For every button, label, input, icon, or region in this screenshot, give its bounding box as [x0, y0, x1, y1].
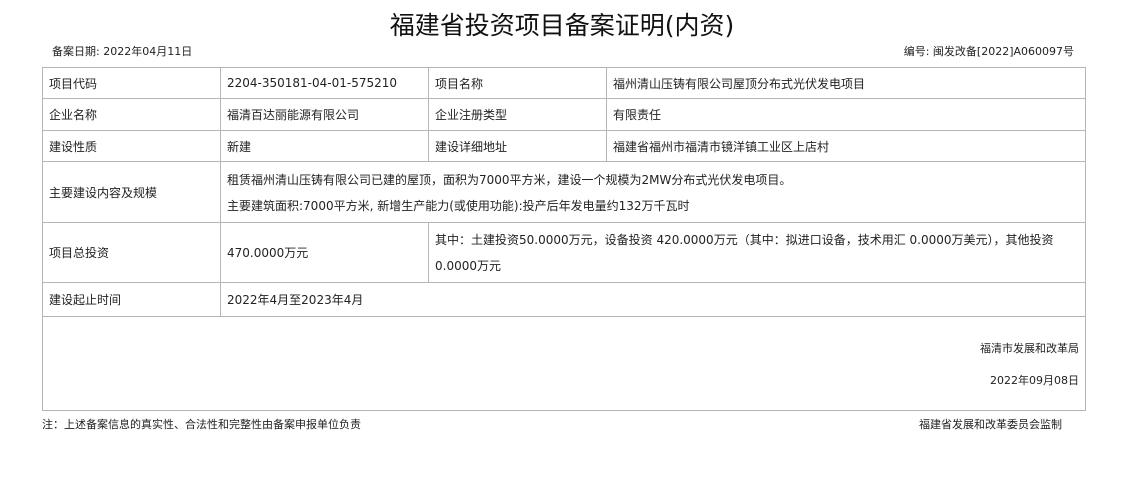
- build-nature-label: 建设性质: [42, 130, 221, 162]
- signature-date: 2022年09月08日: [990, 373, 1079, 387]
- footer-note: 注：上述备案信息的真实性、合法性和完整性由备案申报单位负责: [42, 418, 361, 431]
- footer-supervisor: 福建省发展和改革委员会监制: [919, 418, 1062, 431]
- period-label: 建设起止时间: [42, 282, 221, 317]
- content-label: 主要建设内容及规模: [42, 161, 221, 223]
- content-cell: 租赁福州清山压铸有限公司已建的屋顶，面积为7000平方米，建设一个规模为2MW分…: [220, 161, 1086, 223]
- signature-org: 福清市发展和改革局: [980, 341, 1079, 355]
- signature-cell: 福清市发展和改革局 2022年09月08日: [42, 316, 1086, 411]
- project-name-value: 福州清山压铸有限公司屋顶分布式光伏发电项目: [606, 67, 1086, 99]
- table-row: 建设起止时间 2022年4月至2023年4月: [42, 282, 1086, 317]
- build-nature-value: 新建: [220, 130, 429, 162]
- content-line-2: 主要建筑面积:7000平方米, 新增生产能力(或使用功能):投产后年发电量约13…: [227, 198, 690, 213]
- period-value: 2022年4月至2023年4月: [220, 282, 1086, 317]
- table-row: 企业名称 福清百达丽能源有限公司 企业注册类型 有限责任: [42, 98, 1086, 131]
- address-label: 建设详细地址: [428, 130, 607, 162]
- record-table: 项目代码 2204-350181-04-01-575210 项目名称 福州清山压…: [42, 67, 1086, 411]
- company-name-value: 福清百达丽能源有限公司: [220, 98, 429, 131]
- investment-label: 项目总投资: [42, 222, 221, 283]
- table-row: 主要建设内容及规模 租赁福州清山压铸有限公司已建的屋顶，面积为7000平方米，建…: [42, 161, 1086, 223]
- record-date: 备案日期: 2022年04月11日: [52, 45, 193, 58]
- company-name-label: 企业名称: [42, 98, 221, 131]
- address-value: 福建省福州市福清市镜洋镇工业区上店村: [606, 130, 1086, 162]
- investment-value: 470.0000万元: [220, 222, 429, 283]
- table-row: 项目代码 2204-350181-04-01-575210 项目名称 福州清山压…: [42, 67, 1086, 99]
- table-row: 项目总投资 470.0000万元 其中：土建投资50.0000万元，设备投资 4…: [42, 222, 1086, 283]
- record-number: 编号: 闽发改备[2022]A060097号: [903, 45, 1074, 58]
- project-code-value: 2204-350181-04-01-575210: [220, 67, 429, 99]
- table-row: 建设性质 新建 建设详细地址 福建省福州市福清市镜洋镇工业区上店村: [42, 130, 1086, 162]
- company-type-label: 企业注册类型: [428, 98, 607, 131]
- investment-detail: 其中：土建投资50.0000万元，设备投资 420.0000万元（其中：拟进口设…: [428, 222, 1086, 283]
- document-title: 福建省投资项目备案证明(内资): [389, 11, 735, 40]
- project-code-label: 项目代码: [42, 67, 221, 99]
- content-line-1: 租赁福州清山压铸有限公司已建的屋顶，面积为7000平方米，建设一个规模为2MW分…: [227, 172, 792, 187]
- company-type-value: 有限责任: [606, 98, 1086, 131]
- project-name-label: 项目名称: [428, 67, 607, 99]
- table-row: 福清市发展和改革局 2022年09月08日: [42, 316, 1086, 411]
